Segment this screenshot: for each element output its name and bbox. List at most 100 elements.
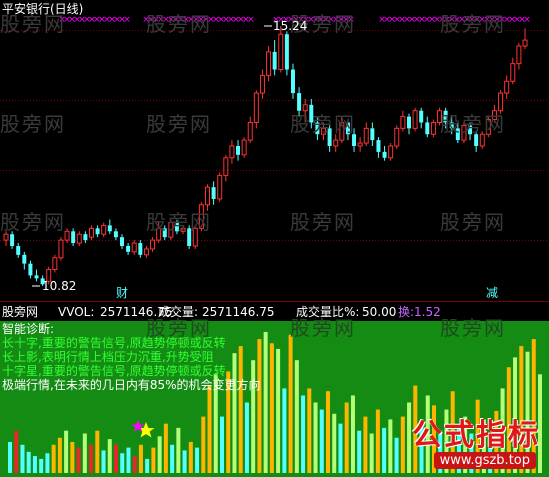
volume-bar bbox=[363, 416, 368, 473]
candle-body bbox=[16, 246, 21, 255]
diagnosis-line: 十字星,重要的警告信号,原趋势停顿或反转 bbox=[2, 364, 226, 378]
watermark: 股旁网 bbox=[440, 12, 506, 36]
volume-bar bbox=[8, 441, 12, 473]
candle-body bbox=[229, 145, 235, 159]
candlesticks[interactable] bbox=[3, 26, 528, 286]
volume-bar bbox=[107, 439, 112, 473]
diagnosis-line: 极端行情,在未来的几日内有85%的机会变更方向 bbox=[2, 378, 261, 392]
candle-body bbox=[95, 228, 100, 235]
logo-url: www.gszb.top bbox=[433, 452, 536, 469]
volume-bar bbox=[282, 388, 287, 473]
candle-body bbox=[284, 34, 289, 70]
volume-bar bbox=[382, 427, 387, 473]
volume-bar bbox=[163, 423, 168, 473]
watermark: 股旁网 bbox=[290, 112, 356, 136]
volume-bar bbox=[64, 430, 69, 473]
candle-body bbox=[34, 275, 39, 279]
candle-body bbox=[22, 254, 27, 264]
volume-bar bbox=[294, 360, 299, 473]
volume-bar bbox=[332, 413, 337, 473]
volume-bar bbox=[369, 433, 374, 473]
candle-body bbox=[236, 146, 241, 155]
candle-body bbox=[510, 63, 516, 82]
candle-body bbox=[290, 69, 295, 94]
volume-bar bbox=[344, 402, 349, 473]
candle-body bbox=[58, 239, 64, 259]
watermark: 股旁网 bbox=[440, 112, 506, 136]
candle-body bbox=[272, 51, 277, 70]
volume-bar bbox=[288, 334, 293, 473]
high-price-label: 15.24 bbox=[273, 19, 308, 33]
volume-bar bbox=[375, 409, 380, 473]
candle-body bbox=[113, 231, 118, 238]
volume-bar bbox=[307, 388, 312, 473]
candle-body bbox=[419, 110, 424, 123]
candle-body bbox=[522, 39, 528, 47]
diagnosis-line: 长上影,表明行情上档压力沉重,升势受阻 bbox=[2, 350, 214, 364]
candle-body bbox=[247, 121, 253, 141]
volume-bar bbox=[39, 458, 44, 473]
volume-bar bbox=[157, 436, 162, 473]
watermark: 股旁网 bbox=[146, 12, 212, 36]
watermark: 股旁网 bbox=[440, 316, 506, 340]
candle-body bbox=[211, 187, 216, 199]
candle-body bbox=[504, 80, 510, 94]
watermark: 股旁网 bbox=[0, 112, 66, 136]
volume-bar bbox=[182, 450, 187, 473]
volume-bar bbox=[82, 433, 87, 473]
candle-body bbox=[516, 45, 522, 65]
volume-bar bbox=[132, 456, 137, 473]
candle-body bbox=[3, 233, 9, 241]
volume-ratio-label: 成交量比%: bbox=[296, 305, 360, 319]
candle-body bbox=[400, 116, 406, 129]
candle-body bbox=[253, 92, 259, 123]
volume-bar bbox=[51, 444, 56, 473]
candle-body bbox=[52, 257, 58, 271]
event-marker-icon: × bbox=[123, 15, 131, 25]
candle-body bbox=[406, 116, 411, 129]
candle-body bbox=[76, 233, 82, 244]
candle-body bbox=[266, 51, 272, 76]
candle-body bbox=[388, 145, 394, 159]
volume-bar bbox=[313, 402, 318, 473]
volume-bar bbox=[138, 444, 143, 473]
candle-body bbox=[83, 234, 88, 241]
turnover-label: 换: bbox=[398, 305, 415, 319]
volume-bar bbox=[207, 385, 212, 473]
volume-bar bbox=[357, 430, 362, 473]
candle-body bbox=[357, 142, 363, 147]
volume-bar bbox=[170, 444, 175, 473]
volume-bar bbox=[188, 441, 193, 473]
volume-bar bbox=[20, 444, 25, 473]
volume-bar bbox=[257, 339, 262, 473]
kline-chart[interactable]: ×××××××××××××× ×××××××××××××××××××××× ××××… bbox=[0, 0, 549, 477]
volume-value: 2571146.75 bbox=[202, 305, 275, 319]
volume-bar bbox=[263, 332, 268, 473]
volume-bar bbox=[89, 444, 94, 473]
event-marker-icon: × bbox=[247, 15, 255, 25]
candle-body bbox=[28, 263, 33, 276]
finance-marker[interactable]: 财 bbox=[116, 286, 128, 300]
candle-body bbox=[425, 122, 430, 135]
watermark: 股旁网 bbox=[146, 112, 212, 136]
candle-body bbox=[204, 186, 210, 206]
diagnosis-title: 智能诊断: bbox=[2, 322, 55, 336]
candle-body bbox=[131, 242, 137, 253]
volume-bar bbox=[57, 437, 62, 473]
candle-body bbox=[363, 127, 369, 144]
site-logo: 公式指标 www.gszb.top bbox=[396, 410, 546, 474]
candle-body bbox=[430, 121, 436, 135]
volume-bar bbox=[269, 343, 274, 473]
candle-body bbox=[143, 248, 149, 256]
candle-body bbox=[138, 243, 143, 255]
candle-body bbox=[71, 231, 76, 244]
candle-body bbox=[259, 74, 265, 94]
volume-bar bbox=[45, 453, 50, 473]
vvol-label: VVOL: bbox=[58, 305, 95, 319]
volume-bar bbox=[145, 458, 150, 473]
candle-body bbox=[120, 237, 125, 246]
low-price-label: 10.82 bbox=[42, 279, 77, 293]
volume-bar bbox=[126, 447, 131, 473]
chart-title: 平安银行(日线) bbox=[2, 2, 84, 16]
reduce-marker[interactable]: 减 bbox=[486, 286, 498, 300]
